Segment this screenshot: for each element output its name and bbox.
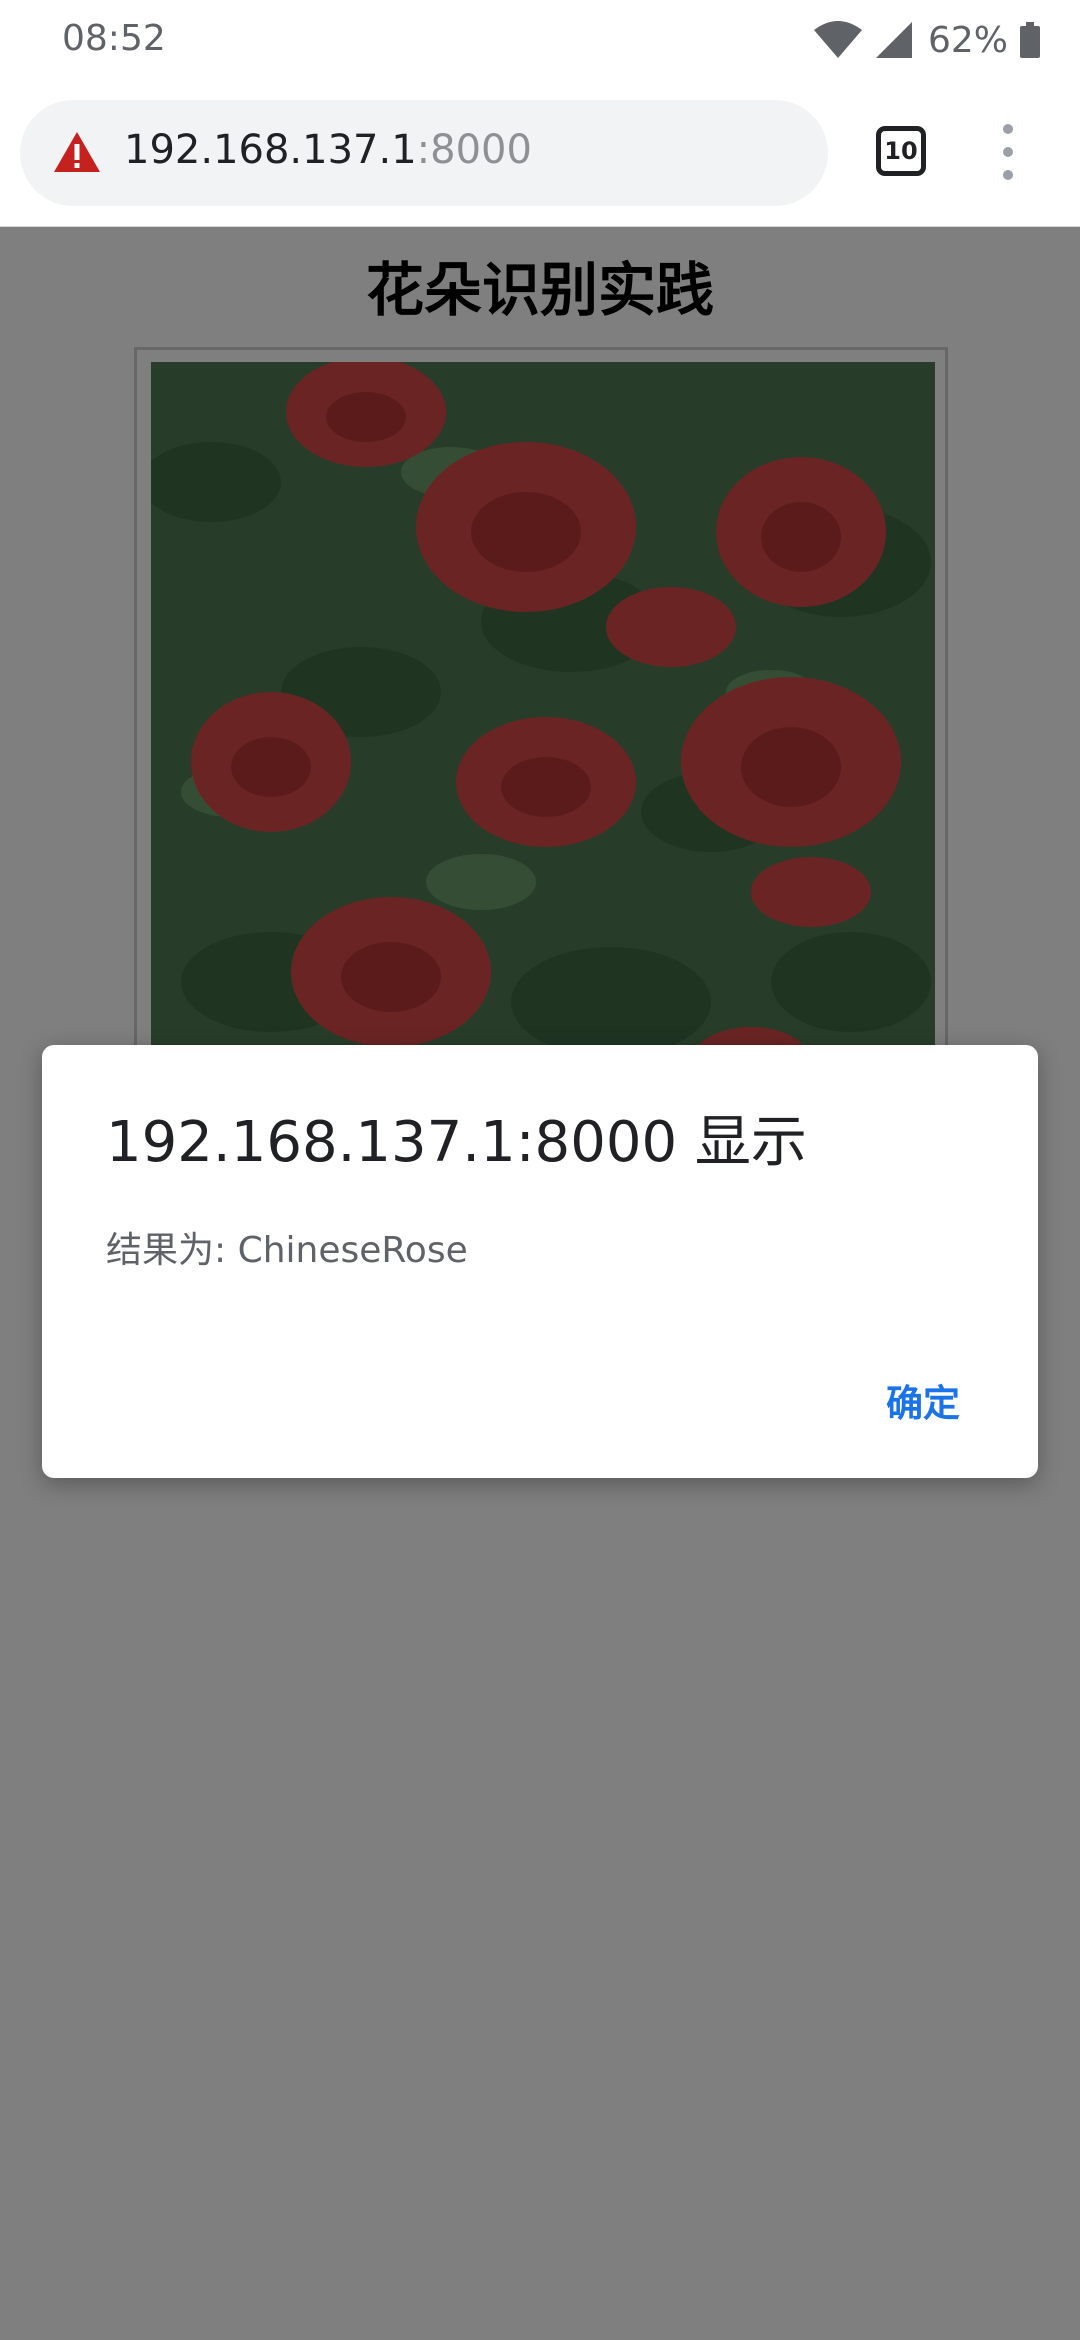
menu-dot — [1003, 124, 1013, 134]
url-host: 192.168.137.1 — [124, 127, 417, 173]
battery-percent: 62% — [927, 19, 1008, 61]
url-port: :8000 — [416, 127, 532, 173]
address-bar[interactable]: 192.168.137.1:8000 — [20, 100, 828, 206]
url-text[interactable]: 192.168.137.1:8000 — [124, 127, 532, 173]
warning-icon[interactable] — [52, 130, 102, 174]
status-icons: 62% — [812, 16, 1040, 64]
tab-switcher-icon[interactable]: 10 — [876, 126, 926, 176]
menu-dot — [1003, 147, 1013, 157]
status-bar: 08:52 62% — [0, 0, 1080, 80]
wifi-icon — [813, 21, 862, 58]
dialog-message: 结果为: ChineseRose — [106, 1230, 468, 1271]
signal-icon — [875, 22, 912, 58]
battery-icon — [1020, 22, 1040, 58]
menu-icon[interactable] — [988, 124, 1028, 180]
tab-count: 10 — [884, 137, 918, 165]
status-time: 08:52 — [62, 18, 166, 59]
browser-toolbar: 192.168.137.1:8000 10 — [0, 80, 1080, 227]
ok-button[interactable]: 确定 — [886, 1373, 960, 1427]
dialog-title: 192.168.137.1:8000 显示 — [106, 1110, 807, 1175]
menu-dot — [1003, 170, 1013, 180]
alert-dialog: 192.168.137.1:8000 显示 结果为: ChineseRose 确… — [42, 1045, 1038, 1478]
